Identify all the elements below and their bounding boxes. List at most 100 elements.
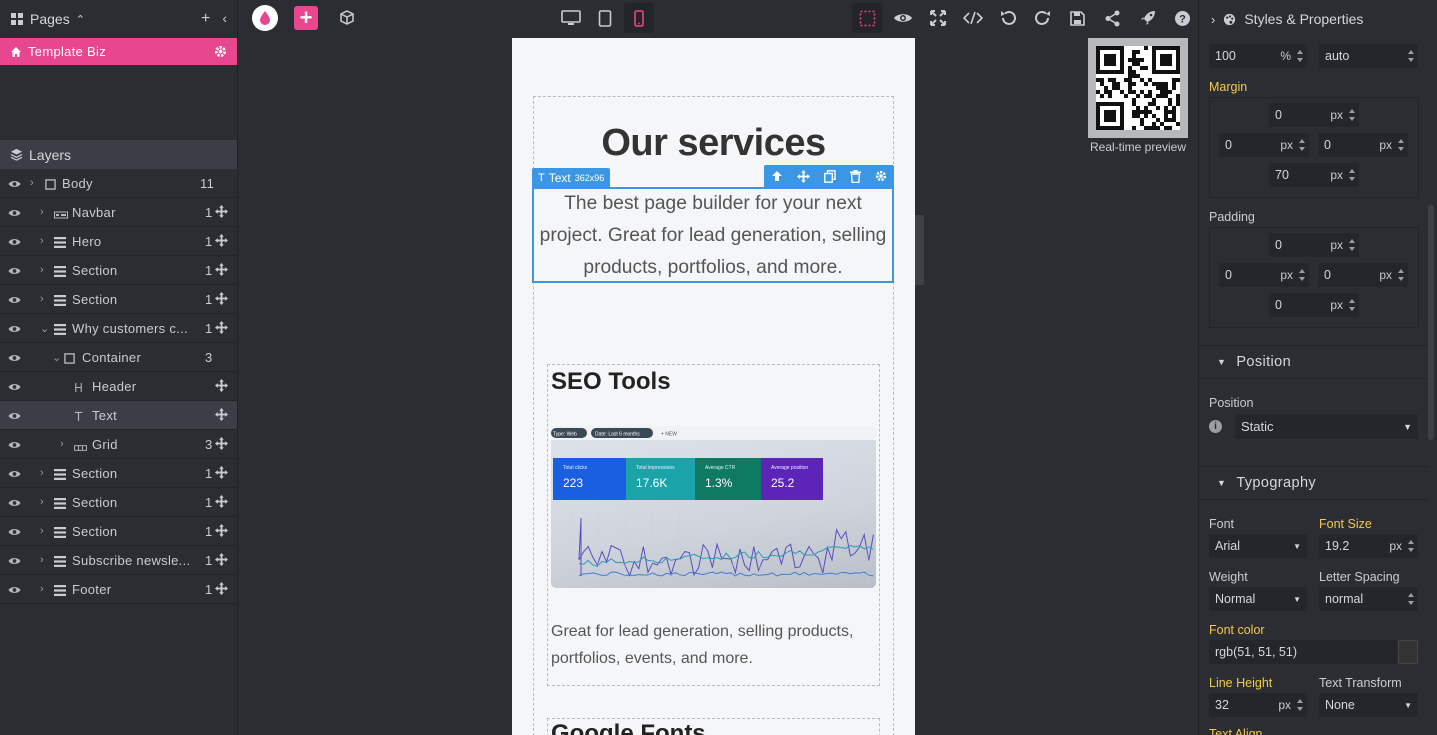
chevron-right-icon[interactable]: › (40, 525, 50, 537)
padding-right-field[interactable]: 0 px (1318, 263, 1408, 287)
padding-bottom-field[interactable]: 0 px (1269, 293, 1359, 317)
undo-icon[interactable] (992, 3, 1023, 33)
chevron-right-icon[interactable]: › (40, 206, 50, 218)
redo-icon[interactable] (1027, 3, 1058, 33)
trash-icon[interactable] (850, 169, 861, 183)
chevron-right-icon[interactable]: › (40, 583, 50, 595)
line-height-field[interactable]: 32 px (1209, 693, 1307, 717)
drag-handle-icon[interactable] (215, 437, 229, 451)
qr-code[interactable] (1088, 38, 1188, 138)
collapse-panel-icon[interactable]: ‹ (222, 10, 227, 28)
eye-icon[interactable] (8, 235, 22, 247)
tablet-icon[interactable] (590, 3, 620, 33)
position-section-header[interactable]: ▼ Position (1199, 345, 1428, 379)
chevron-down-icon[interactable]: ⌄ (40, 322, 50, 335)
drag-handle-icon[interactable] (215, 234, 229, 248)
stepper-icon[interactable] (1349, 297, 1355, 313)
layer-row[interactable]: ⌄ Container 3 (0, 343, 237, 372)
chevron-up-icon[interactable]: ⌃ (76, 13, 85, 26)
layer-row[interactable]: › Subscribe newsle... 1 (0, 546, 237, 575)
layer-row[interactable]: › Section 1 (0, 256, 237, 285)
chevron-right-icon[interactable]: › (40, 264, 50, 276)
stepper-icon[interactable] (1398, 267, 1404, 283)
chevron-right-icon[interactable]: › (1211, 12, 1215, 27)
drag-handle-icon[interactable] (215, 263, 229, 277)
drag-handle-icon[interactable] (215, 408, 229, 422)
drag-handle-icon[interactable] (215, 582, 229, 596)
margin-top-field[interactable]: 0 px (1269, 103, 1359, 127)
letter-spacing-field[interactable]: normal (1319, 587, 1418, 611)
eye-preview-icon[interactable] (887, 3, 918, 33)
page-item-template-biz[interactable]: Template Biz (0, 38, 237, 65)
layer-row[interactable]: Header (0, 372, 237, 401)
card-text[interactable]: Great for lead generation, selling produ… (551, 618, 876, 672)
stepper-icon[interactable] (1349, 237, 1355, 253)
settings-icon[interactable] (875, 170, 887, 182)
margin-right-field[interactable]: 0 px (1318, 133, 1408, 157)
chevron-right-icon[interactable]: › (40, 554, 50, 566)
eye-icon[interactable] (8, 554, 22, 566)
eye-icon[interactable] (8, 293, 22, 305)
margin-left-field[interactable]: 0 px (1219, 133, 1309, 157)
card-title-2[interactable]: Google Fonts (551, 720, 706, 735)
chevron-right-icon[interactable]: › (30, 177, 40, 189)
drag-handle-icon[interactable] (215, 495, 229, 509)
share-icon[interactable] (1097, 3, 1128, 33)
stepper-icon[interactable] (1398, 137, 1404, 153)
layer-row[interactable]: ⌄ Why customers c... 1 (0, 314, 237, 343)
stepper-icon[interactable] (1349, 167, 1355, 183)
drag-handle-icon[interactable] (215, 292, 229, 306)
arrow-up-icon[interactable] (771, 170, 783, 182)
weight-select[interactable]: Normal ▼ (1209, 587, 1307, 611)
layer-row[interactable]: › Body 11 (0, 169, 237, 198)
stepper-icon[interactable] (1408, 48, 1414, 64)
layer-row[interactable]: › Section 1 (0, 285, 237, 314)
color-swatch[interactable] (1398, 640, 1418, 664)
drag-handle-icon[interactable] (215, 379, 229, 393)
typography-section-header[interactable]: ▼ Typography (1199, 466, 1428, 500)
padding-top-field[interactable]: 0 px (1269, 233, 1359, 257)
drag-handle-icon[interactable] (215, 466, 229, 480)
mobile-icon[interactable] (624, 3, 654, 33)
width-field[interactable]: 100 % (1209, 44, 1307, 68)
card-image[interactable]: Type: Web Date: Last 6 months + NEW Tota… (551, 426, 876, 588)
chevron-right-icon[interactable]: › (60, 438, 70, 450)
eye-icon[interactable] (8, 438, 22, 450)
layer-row[interactable]: › Section 1 (0, 517, 237, 546)
padding-left-field[interactable]: 0 px (1219, 263, 1309, 287)
layer-row[interactable]: › Section 1 (0, 459, 237, 488)
cube-icon[interactable] (334, 5, 360, 31)
add-block-button[interactable]: + (294, 6, 318, 30)
card-title[interactable]: SEO Tools (551, 368, 671, 396)
chevron-down-icon[interactable]: ⌄ (52, 351, 62, 364)
eye-icon[interactable] (8, 264, 22, 276)
eye-icon[interactable] (8, 525, 22, 537)
text-transform-select[interactable]: None ▼ (1319, 693, 1418, 717)
layer-row[interactable]: › Grid 3 (0, 430, 237, 459)
eye-icon[interactable] (8, 380, 22, 392)
font-size-field[interactable]: 19.2 px (1319, 534, 1418, 558)
chevron-right-icon[interactable]: › (40, 235, 50, 247)
desktop-icon[interactable] (556, 3, 586, 33)
copy-icon[interactable] (824, 169, 836, 183)
show-borders-icon[interactable] (852, 3, 883, 33)
move-icon[interactable] (797, 169, 810, 183)
eye-icon[interactable] (8, 206, 22, 218)
chevron-right-icon[interactable]: › (40, 496, 50, 508)
layer-row[interactable]: › Hero 1 (0, 227, 237, 256)
font-select[interactable]: Arial ▼ (1209, 534, 1307, 558)
drag-handle-icon[interactable] (215, 321, 229, 335)
chevron-right-icon[interactable]: › (40, 293, 50, 305)
eye-icon[interactable] (8, 351, 22, 363)
fullscreen-icon[interactable] (922, 3, 953, 33)
eye-icon[interactable] (8, 583, 22, 595)
margin-bottom-field[interactable]: 70 px (1269, 163, 1359, 187)
selected-text-block[interactable]: The best page builder for your next proj… (534, 188, 892, 284)
stepper-icon[interactable] (1349, 107, 1355, 123)
stepper-icon[interactable] (1408, 591, 1414, 607)
help-icon[interactable]: ? (1167, 3, 1198, 33)
panel-scrollbar[interactable] (1428, 205, 1434, 440)
position-select[interactable]: Static ▼ (1235, 414, 1418, 439)
info-icon[interactable]: i (1209, 420, 1222, 433)
canvas-scrollbar[interactable] (915, 215, 924, 285)
